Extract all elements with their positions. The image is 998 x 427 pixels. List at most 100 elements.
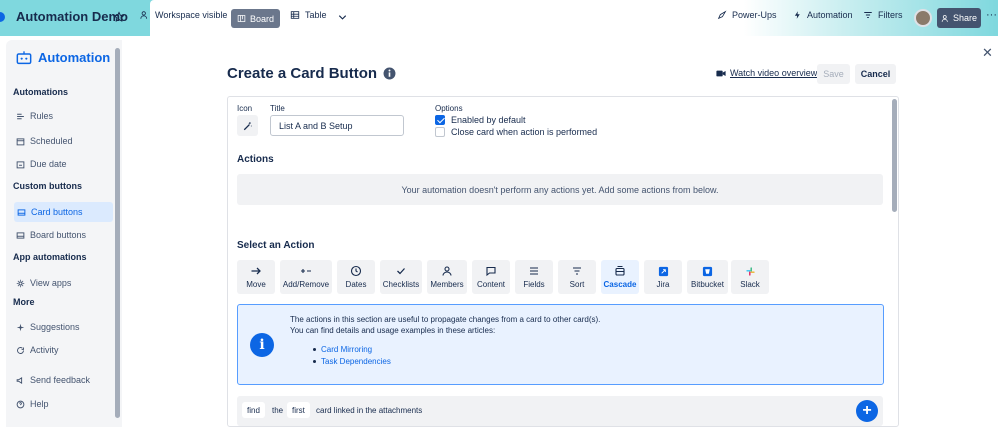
tab-board[interactable]: Board [231, 9, 280, 28]
sidebar-item-label: Send feedback [30, 375, 91, 385]
action-bitbucket-button[interactable]: Bitbucket [687, 260, 728, 294]
action-label: Move [246, 280, 266, 289]
gear-icon [16, 279, 25, 287]
sparkle-icon [16, 323, 25, 331]
option-enabled-by-default[interactable]: Enabled by default [435, 115, 526, 125]
link-label[interactable]: Task Dependencies [321, 357, 391, 366]
link-card-mirroring[interactable]: Card Mirroring [313, 345, 372, 354]
chevron-down-icon[interactable] [337, 12, 348, 23]
board-title[interactable]: Automation Demo [16, 9, 128, 24]
action-jira-button[interactable]: Jira [644, 260, 682, 294]
filters-button[interactable]: Filters [863, 10, 903, 20]
tab-board-label: Board [249, 13, 275, 24]
info-icon[interactable] [383, 67, 396, 80]
magic-wand-icon [243, 121, 252, 130]
comment-icon [486, 266, 496, 277]
close-icon[interactable]: ✕ [982, 45, 993, 61]
option-close-card[interactable]: Close card when action is performed [435, 127, 597, 137]
action-sort-button[interactable]: Sort [558, 260, 596, 294]
linked-attachments-text: card linked in the attachments [316, 406, 423, 415]
refresh-icon [17, 346, 24, 354]
icon-picker-button[interactable] [237, 115, 258, 136]
action-label: Add/Remove [282, 280, 330, 289]
sidebar-item-view-apps[interactable]: View apps [16, 273, 71, 293]
action-label: Fields [523, 280, 545, 289]
more-menu-icon[interactable]: ··· [986, 9, 997, 21]
sidebar-item-label: Rules [30, 111, 54, 121]
sidebar-item-card-buttons[interactable]: Card buttons [14, 202, 113, 222]
action-move-button[interactable]: Move [237, 260, 275, 294]
bullet [313, 360, 316, 363]
share-button[interactable]: Share [937, 8, 981, 28]
action-add-remove-button[interactable]: Add/Remove [280, 260, 332, 294]
card-icon [17, 208, 26, 216]
sidebar-item-rules[interactable]: Rules [16, 106, 53, 126]
sidebar-toggle[interactable] [0, 12, 5, 22]
sidebar-item-send-feedback[interactable]: Send feedback [16, 370, 90, 390]
bitbucket-icon [702, 266, 713, 276]
calendar-icon [16, 137, 25, 145]
title-input[interactable]: List A and B Setup [270, 115, 404, 136]
watch-video-link[interactable]: Watch video overview [716, 68, 817, 78]
section-more: More [13, 297, 35, 307]
sidebar-item-scheduled[interactable]: Scheduled [16, 131, 73, 151]
sidebar-item-label: Suggestions [30, 322, 80, 332]
sidebar-item-label: Scheduled [30, 136, 73, 146]
select-action-heading: Select an Action [237, 240, 315, 251]
action-dates-button[interactable]: Dates [337, 260, 375, 294]
help-icon [16, 400, 25, 408]
sidebar-item-activity[interactable]: Activity [16, 340, 59, 360]
page-title-text: Create a Card Button [227, 65, 378, 82]
power-ups-button[interactable]: Power-Ups [717, 10, 777, 20]
enabled-checkbox[interactable] [435, 115, 445, 125]
automation-sidebar: Automation Automations Rules Scheduled D… [6, 40, 122, 427]
people-icon [140, 11, 148, 19]
action-slack-button[interactable]: Slack [731, 260, 769, 294]
share-label: Share [952, 13, 978, 23]
action-checklists-button[interactable]: Checklists [380, 260, 422, 294]
lightning-icon [794, 11, 800, 19]
sidebar-item-due-date[interactable]: Due date [16, 154, 67, 174]
empty-actions-message: Your automation doesn't perform any acti… [237, 174, 883, 205]
workspace-visible-label: Workspace visible [155, 10, 228, 20]
add-action-button[interactable]: + [856, 400, 878, 422]
rocket-icon [717, 10, 727, 20]
avatar[interactable] [914, 9, 932, 27]
workspace-visible-button[interactable]: Workspace visible [140, 10, 227, 20]
first-dropdown[interactable]: first [287, 402, 310, 418]
sidebar-item-label: Card buttons [31, 207, 83, 217]
info-line-1: The actions in this section are useful t… [290, 315, 601, 324]
panel-scrollbar[interactable] [892, 99, 897, 212]
action-label: Content [476, 280, 506, 289]
filters-label: Filters [878, 10, 903, 20]
link-label[interactable]: Card Mirroring [321, 345, 372, 354]
rules-icon [17, 113, 24, 119]
action-members-button[interactable]: Members [427, 260, 467, 294]
sidebar-item-suggestions[interactable]: Suggestions [16, 317, 80, 337]
link-task-dependencies[interactable]: Task Dependencies [313, 357, 391, 366]
action-builder-row: find the first card linked in the attach… [237, 396, 883, 426]
button-editor-panel: Icon Title List A and B Setup Options En… [227, 96, 899, 427]
top-header: Automation Demo Workspace visible Board … [0, 0, 998, 36]
robot-icon [16, 50, 32, 64]
star-icon[interactable] [113, 11, 125, 23]
cancel-button[interactable]: Cancel [855, 64, 896, 84]
arrow-right-icon [251, 267, 261, 275]
action-cascade-button[interactable]: Cascade [601, 260, 639, 294]
sidebar-item-label: Due date [30, 159, 67, 169]
action-fields-button[interactable]: Fields [515, 260, 553, 294]
action-label: Jira [656, 279, 670, 289]
action-label: Sort [569, 280, 585, 289]
find-dropdown[interactable]: find [242, 402, 265, 418]
close-card-checkbox[interactable] [435, 127, 445, 137]
sidebar-scrollbar[interactable] [115, 48, 120, 418]
save-button[interactable]: Save [817, 64, 850, 84]
action-content-button[interactable]: Content [472, 260, 510, 294]
automation-button[interactable]: Automation [793, 10, 853, 20]
clock-icon [350, 265, 362, 277]
cascade-icon [615, 265, 625, 276]
page-title: Create a Card Button [227, 65, 396, 82]
tab-table[interactable]: Table [290, 10, 327, 20]
sidebar-item-board-buttons[interactable]: Board buttons [16, 225, 86, 245]
sidebar-item-help[interactable]: Help [16, 394, 49, 414]
